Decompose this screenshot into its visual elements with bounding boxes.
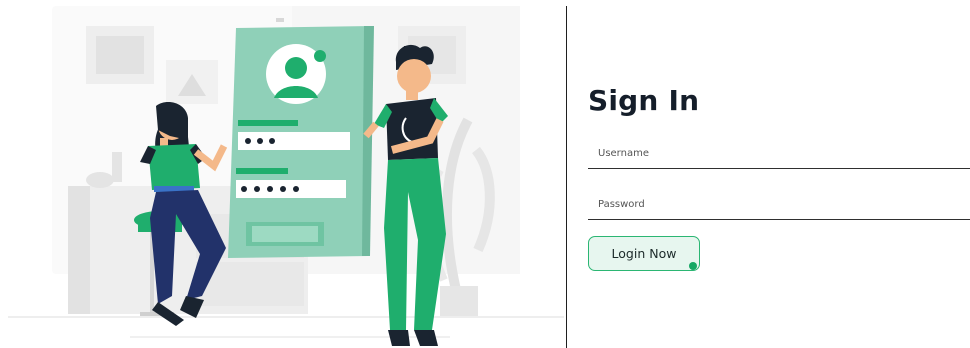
login-illustration <box>0 0 566 348</box>
page-title: Sign In <box>588 84 700 117</box>
signin-page: Sign In Login Now <box>0 0 970 348</box>
username-input[interactable] <box>588 139 970 169</box>
login-button[interactable]: Login Now <box>588 236 700 271</box>
signin-form: Sign In Login Now <box>588 0 970 348</box>
login-illustration-icon <box>8 6 564 346</box>
button-dot-icon <box>689 262 697 270</box>
password-input[interactable] <box>588 190 970 220</box>
vertical-divider <box>566 6 567 348</box>
